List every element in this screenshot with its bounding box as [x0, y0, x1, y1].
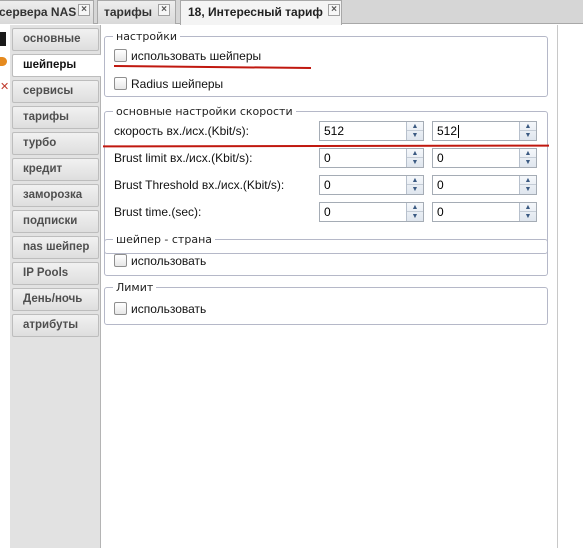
- right-margin: [558, 25, 583, 548]
- tab-bar: сервера NAS × тарифы × 18, Интересный та…: [0, 0, 583, 25]
- spin-down-icon[interactable]: ▼: [520, 131, 536, 140]
- burst-limit-label: Brust limit вх./исх.(Kbit/s):: [114, 151, 253, 165]
- refresh-icon[interactable]: [0, 57, 7, 66]
- spin-up-icon[interactable]: ▲: [407, 176, 423, 185]
- sidebar-item-turbo[interactable]: турбо: [12, 132, 99, 155]
- close-icon[interactable]: ×: [158, 4, 170, 16]
- speed-out-input[interactable]: [433, 122, 519, 140]
- close-icon[interactable]: ×: [328, 4, 340, 16]
- fieldset-legend: Лимит: [116, 281, 154, 294]
- spinner-buttons[interactable]: ▲ ▼: [519, 176, 536, 194]
- burst-limit-in-input[interactable]: [320, 149, 406, 167]
- tab-label: 18, Интересный тариф: [188, 5, 323, 19]
- tab-label: сервера NAS: [0, 5, 77, 19]
- spin-up-icon[interactable]: ▲: [520, 203, 536, 212]
- sidebar-item-credit[interactable]: кредит: [12, 158, 99, 181]
- spin-down-icon[interactable]: ▼: [520, 158, 536, 167]
- speed-label: скорость вх./исх.(Kbit/s):: [114, 124, 249, 138]
- burst-time-label: Brust time.(sec):: [114, 205, 202, 219]
- radius-shapers-label: Radius шейперы: [131, 77, 224, 91]
- country-shaper-use-row[interactable]: использовать: [114, 253, 206, 269]
- tab-label: тарифы: [104, 5, 153, 19]
- spinner-buttons[interactable]: ▲ ▼: [406, 203, 423, 221]
- spinner-buttons[interactable]: ▲ ▼: [406, 122, 423, 140]
- sidebar-item-nas-shaper[interactable]: nas шейпер: [12, 236, 99, 259]
- spinner-buttons[interactable]: ▲ ▼: [519, 122, 536, 140]
- tab-nas-servers[interactable]: сервера NAS ×: [0, 0, 94, 24]
- sidebar-item-subscriptions[interactable]: подписки: [12, 210, 99, 233]
- fieldset-legend: основные настройки скорости: [116, 105, 293, 118]
- close-icon[interactable]: ×: [78, 4, 90, 16]
- sidebar-item-ip-pools[interactable]: IP Pools: [12, 262, 99, 285]
- delete-icon[interactable]: ✕: [0, 82, 9, 93]
- tab-current-tariff[interactable]: 18, Интересный тариф ×: [180, 0, 342, 25]
- spin-down-icon[interactable]: ▼: [520, 212, 536, 221]
- sidebar-item-shapers[interactable]: шейперы: [12, 54, 102, 77]
- save-icon[interactable]: [0, 32, 6, 46]
- limit-use-label: использовать: [131, 302, 207, 316]
- spin-down-icon[interactable]: ▼: [407, 158, 423, 167]
- burst-threshold-in-stepper[interactable]: ▲ ▼: [319, 175, 424, 195]
- sidebar-item-attributes[interactable]: атрибуты: [12, 314, 99, 337]
- speed-in-stepper[interactable]: ▲ ▼: [319, 121, 424, 141]
- sidebar-item-freeze[interactable]: заморозка: [12, 184, 99, 207]
- burst-limit-out-stepper[interactable]: ▲ ▼: [432, 148, 537, 168]
- country-shaper-use-label: использовать: [131, 254, 207, 268]
- burst-time-out-stepper[interactable]: ▲ ▼: [432, 202, 537, 222]
- burst-limit-out-input[interactable]: [433, 149, 519, 167]
- spin-up-icon[interactable]: ▲: [407, 122, 423, 131]
- radius-shapers-row[interactable]: Radius шейперы: [114, 76, 223, 92]
- spin-down-icon[interactable]: ▼: [407, 185, 423, 194]
- radius-shapers-checkbox[interactable]: [114, 77, 127, 90]
- use-shapers-label: использовать шейперы: [131, 49, 262, 63]
- limit-use-checkbox[interactable]: [114, 302, 127, 315]
- spin-up-icon[interactable]: ▲: [407, 149, 423, 158]
- sidebar-item-main[interactable]: основные: [12, 28, 99, 51]
- spinner-buttons[interactable]: ▲ ▼: [519, 149, 536, 167]
- spinner-buttons[interactable]: ▲ ▼: [406, 176, 423, 194]
- spin-up-icon[interactable]: ▲: [520, 122, 536, 131]
- fieldset-legend: настройки: [116, 30, 178, 43]
- spin-down-icon[interactable]: ▼: [407, 131, 423, 140]
- spin-up-icon[interactable]: ▲: [520, 176, 536, 185]
- country-shaper-use-checkbox[interactable]: [114, 254, 127, 267]
- spin-up-icon[interactable]: ▲: [520, 149, 536, 158]
- burst-time-in-stepper[interactable]: ▲ ▼: [319, 202, 424, 222]
- sidebar-item-services[interactable]: сервисы: [12, 80, 99, 103]
- fieldset-legend: шейпер - страна: [116, 233, 212, 246]
- speed-out-stepper[interactable]: ▲ ▼: [432, 121, 537, 141]
- burst-time-out-input[interactable]: [433, 203, 519, 221]
- settings-sidebar: основные шейперы сервисы тарифы турбо кр…: [10, 25, 102, 548]
- speed-in-input[interactable]: [320, 122, 406, 140]
- spinner-buttons[interactable]: ▲ ▼: [519, 203, 536, 221]
- burst-time-in-input[interactable]: [320, 203, 406, 221]
- burst-threshold-in-input[interactable]: [320, 176, 406, 194]
- burst-threshold-label: Brust Threshold вх./исх.(Kbit/s):: [114, 178, 285, 192]
- burst-limit-in-stepper[interactable]: ▲ ▼: [319, 148, 424, 168]
- use-shapers-checkbox[interactable]: [114, 49, 127, 62]
- tab-tariffs[interactable]: тарифы ×: [97, 0, 176, 24]
- burst-threshold-out-input[interactable]: [433, 176, 519, 194]
- sidebar-item-day-night[interactable]: День/ночь: [12, 288, 99, 311]
- shapers-panel: настройки использовать шейперы Radius ше…: [101, 25, 558, 548]
- burst-threshold-out-stepper[interactable]: ▲ ▼: [432, 175, 537, 195]
- use-shapers-row[interactable]: использовать шейперы: [114, 48, 261, 64]
- limit-use-row[interactable]: использовать: [114, 301, 206, 317]
- spin-down-icon[interactable]: ▼: [407, 212, 423, 221]
- spinner-buttons[interactable]: ▲ ▼: [406, 149, 423, 167]
- text-cursor: [458, 125, 459, 138]
- spin-up-icon[interactable]: ▲: [407, 203, 423, 212]
- spin-down-icon[interactable]: ▼: [520, 185, 536, 194]
- sidebar-item-tariffs[interactable]: тарифы: [12, 106, 99, 129]
